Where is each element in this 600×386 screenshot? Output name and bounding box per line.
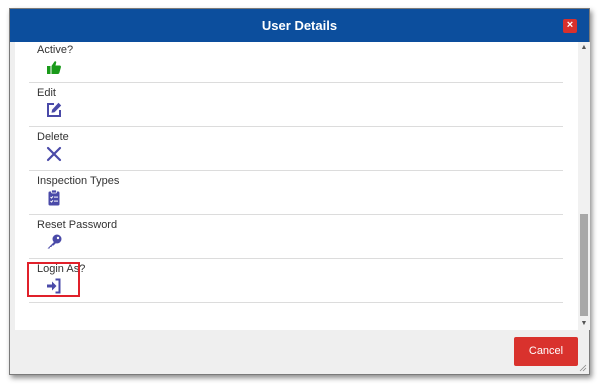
list-item-active: Active? bbox=[29, 42, 563, 83]
clipboard-list-icon[interactable] bbox=[45, 189, 63, 207]
item-label: Active? bbox=[37, 44, 74, 56]
dialog-content: Active? Edit Delete Inspection Types Res… bbox=[15, 42, 590, 330]
dialog-footer: Cancel bbox=[10, 330, 589, 374]
list-item-edit: Edit bbox=[29, 83, 563, 127]
thumbs-up-icon[interactable] bbox=[45, 59, 63, 77]
item-label: Reset Password bbox=[37, 219, 118, 231]
sign-in-icon[interactable] bbox=[45, 277, 63, 295]
resize-grip-icon[interactable] bbox=[579, 364, 587, 372]
user-details-dialog: User Details × Active? Edit Delete Inspe… bbox=[9, 8, 590, 375]
dialog-title: User Details bbox=[261, 18, 338, 33]
key-icon[interactable] bbox=[45, 233, 63, 251]
list-item-inspection-types: Inspection Types bbox=[29, 171, 563, 215]
scroll-down-arrow-icon[interactable]: ▼ bbox=[578, 318, 590, 330]
scroll-thumb[interactable] bbox=[580, 214, 588, 316]
item-label: Delete bbox=[37, 131, 69, 143]
cancel-button[interactable]: Cancel bbox=[514, 337, 578, 366]
vertical-scrollbar[interactable]: ▲ ▼ bbox=[578, 42, 590, 330]
close-icon[interactable] bbox=[45, 145, 63, 163]
list-item-reset-password: Reset Password bbox=[29, 215, 563, 259]
item-label: Login As? bbox=[37, 263, 86, 275]
list-item-login-as: Login As? bbox=[29, 259, 563, 303]
list-item-delete: Delete bbox=[29, 127, 563, 171]
action-list: Active? Edit Delete Inspection Types Res… bbox=[15, 42, 573, 303]
item-label: Inspection Types bbox=[37, 175, 120, 187]
dialog-titlebar: User Details × bbox=[10, 9, 589, 42]
close-button[interactable]: × bbox=[563, 19, 577, 33]
item-label: Edit bbox=[37, 87, 56, 99]
scroll-up-arrow-icon[interactable]: ▲ bbox=[578, 42, 590, 54]
edit-icon[interactable] bbox=[45, 101, 63, 119]
